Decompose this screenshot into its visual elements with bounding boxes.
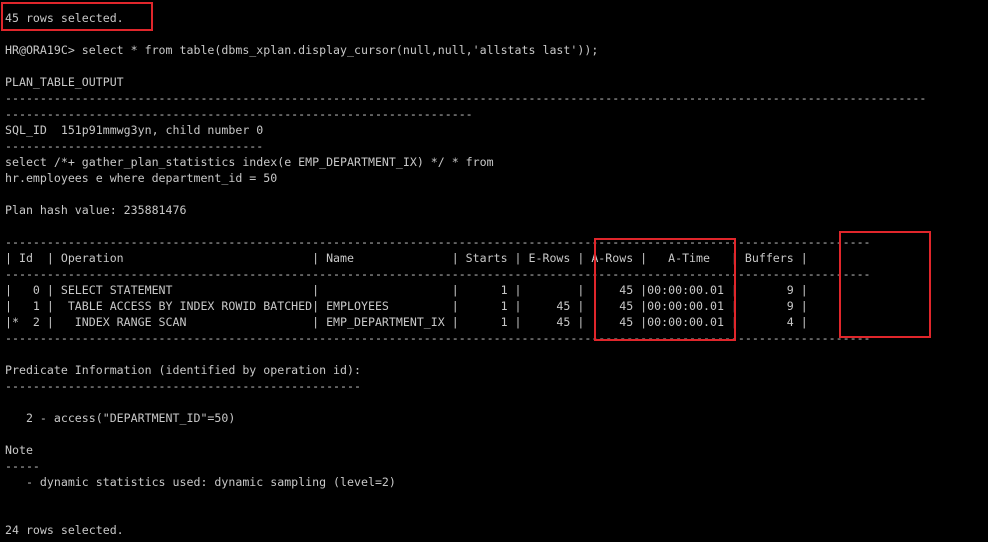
highlight-box-buffers <box>839 231 931 338</box>
sql-command: HR@ORA19C> select * from table(dbms_xpla… <box>5 43 599 57</box>
note-header: Note <box>5 443 33 457</box>
note-line: - dynamic statistics used: dynamic sampl… <box>5 475 396 489</box>
predicate-info-header: Predicate Information (identified by ope… <box>5 363 361 377</box>
divider-line: ----------------------------------------… <box>5 107 473 121</box>
table-divider: ----------------------------------------… <box>5 331 871 345</box>
highlight-box-rows-selected <box>1 2 153 31</box>
terminal-window[interactable]: 45 rows selected. HR@ORA19C> select * fr… <box>0 0 988 542</box>
highlight-box-rows-columns <box>594 238 736 341</box>
table-divider: ----------------------------------------… <box>5 267 871 281</box>
sql-text-line: select /*+ gather_plan_statistics index(… <box>5 155 494 169</box>
divider-line: ------------------------------------- <box>5 139 264 153</box>
plan-table-output-header: PLAN_TABLE_OUTPUT <box>5 75 124 89</box>
plan-hash-line: Plan hash value: 235881476 <box>5 203 187 217</box>
rows-selected-bottom: 24 rows selected. <box>5 523 124 537</box>
sql-id-line: SQL_ID 151p91mmwg3yn, child number 0 <box>5 123 264 137</box>
table-divider: ----------------------------------------… <box>5 235 871 249</box>
divider-line: ----- <box>5 459 40 473</box>
predicate-line: 2 - access("DEPARTMENT_ID"=50) <box>5 411 236 425</box>
sql-text-line: hr.employees e where department_id = 50 <box>5 171 278 185</box>
divider-line: ----------------------------------------… <box>5 91 927 105</box>
divider-line: ----------------------------------------… <box>5 379 361 393</box>
